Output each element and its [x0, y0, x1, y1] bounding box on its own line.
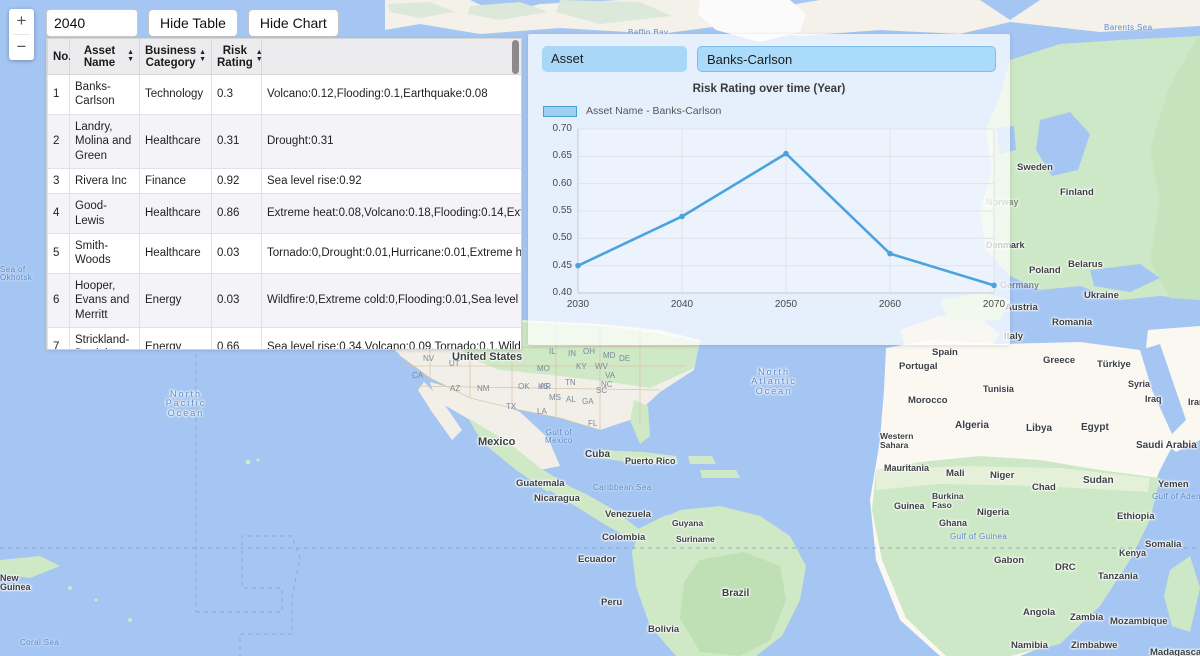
cell-business-category: Healthcare: [139, 113, 212, 169]
table-row[interactable]: 7Strickland-DanielsEnergy0.66Sea level r…: [47, 326, 521, 349]
cell-business-category: Energy: [139, 326, 212, 349]
cell-risk-rating: 0.92: [211, 167, 262, 195]
asset-name-select[interactable]: Banks-Carlson: [697, 46, 996, 72]
cell-risk-factors: Sea level rise:0.34,Volcano:0.09,Tornado…: [261, 326, 521, 349]
cell-asset-name: Strickland-Daniels: [69, 326, 140, 349]
chart-title: Risk Rating over time (Year): [692, 83, 846, 95]
x-axis-tick: 2030: [566, 299, 590, 310]
y-axis-tick: 0.60: [552, 177, 572, 189]
cell-asset-name: Banks-Carlson: [69, 74, 140, 115]
col-header-business-category[interactable]: Business Category ▲ ▼: [139, 38, 212, 75]
cell-asset-name: Rivera Inc: [69, 167, 140, 195]
cell-asset-name: Hooper, Evans and Merritt: [69, 272, 140, 328]
cell-risk-factors: Volcano:0.12,Flooding:0.1,Earthquake:0.0…: [261, 74, 521, 115]
zoom-out-button[interactable]: −: [9, 35, 34, 60]
year-input[interactable]: [46, 9, 138, 37]
map-zoom-control[interactable]: + −: [9, 9, 34, 60]
chart-panel[interactable]: Asset Banks-Carlson Risk Rating over tim…: [528, 34, 1010, 345]
cell-no: 5: [47, 233, 70, 274]
y-axis-tick: 0.65: [552, 150, 572, 162]
cell-asset-name: Smith-Woods: [69, 233, 140, 274]
cell-risk-rating: 0.03: [211, 233, 262, 274]
col-header-asset-name-label: Asset Name: [83, 44, 116, 69]
cell-asset-name: Landry, Molina and Green: [69, 113, 140, 169]
legend-label: Asset Name - Banks-Carlson: [586, 105, 722, 117]
x-axis-tick: 2060: [878, 299, 902, 310]
y-axis-tick: 0.50: [552, 232, 572, 244]
x-axis-tick: 2050: [774, 299, 798, 310]
sort-icon-business-category[interactable]: ▲ ▼: [199, 49, 206, 63]
cell-risk-factors: Drought:0.31: [261, 113, 521, 169]
cell-no: 2: [47, 113, 70, 169]
chart-legend[interactable]: Asset Name - Banks-Carlson: [528, 95, 1010, 117]
cell-risk-factors: Extreme heat:0.08,Volcano:0.18,Flooding:…: [261, 193, 521, 234]
table-vertical-scrollbar[interactable]: [512, 40, 519, 74]
table-row[interactable]: 4 Good-Lewis Healthcare 0.86 Extreme heat:0.…: [47, 193, 521, 234]
cell-risk-factors: Tornado:0,Drought:0.01,Hurricane:0.01,Ex…: [261, 233, 521, 274]
cell-risk-rating: 0.3: [211, 74, 262, 115]
cell-business-category: Technology: [139, 74, 212, 115]
cell-no: 1: [47, 74, 70, 115]
risk-table-body: 1 Banks-Carlson Technology 0.3 Volcano:0.12,…: [47, 74, 521, 349]
cell-risk-rating: 0.66: [211, 326, 262, 349]
table-row[interactable]: 5 Smith-Woods Healthcare 0.03 Tornado:0,Drou…: [47, 233, 521, 274]
sort-icon-asset-name[interactable]: ▲ ▼: [127, 49, 134, 63]
cell-risk-factors: Wildfire:0,Extreme cold:0,Flooding:0.01,…: [261, 272, 521, 328]
legend-swatch-icon: [543, 105, 577, 117]
cell-business-category: Finance: [139, 167, 212, 195]
toolbar: Hide Table Hide Chart: [46, 9, 339, 37]
risk-table-head: No. Asset Name ▲▼ Business Category ▲▼: [47, 38, 521, 75]
risk-table-panel[interactable]: No. Asset Name ▲▼ Business Category ▲▼: [46, 38, 522, 350]
cell-business-category: Healthcare: [139, 193, 212, 234]
chart-svg: [575, 128, 997, 294]
asset-select[interactable]: Asset: [542, 46, 687, 72]
hide-table-button[interactable]: Hide Table: [148, 9, 238, 37]
table-row[interactable]: 6 Hooper, Evans and Merritt Energy 0.03 Wild…: [47, 272, 521, 328]
cell-risk-factors: Sea level rise:0.92: [261, 167, 521, 195]
y-axis-tick: 0.45: [552, 259, 572, 271]
col-header-asset-name[interactable]: Asset Name ▲ ▼: [69, 38, 140, 75]
cell-business-category: Energy: [139, 272, 212, 328]
cell-no: 4: [47, 193, 70, 234]
table-row[interactable]: 2 Landry, Molina and Green Healthcare 0.31 D…: [47, 113, 521, 169]
y-axis-tick: 0.40: [552, 287, 572, 298]
cell-risk-rating: 0.31: [211, 113, 262, 169]
col-header-risk-rating-label: Risk Rating: [217, 44, 253, 69]
y-axis-tick: 0.70: [552, 123, 572, 134]
col-header-no[interactable]: No.: [47, 38, 72, 75]
col-header-risk-factors[interactable]: Risk Factors (Fil: [261, 38, 521, 75]
col-header-risk-rating[interactable]: Risk Rating ▲ ▼: [211, 38, 263, 75]
chart-selector-row: Asset Banks-Carlson: [528, 34, 1010, 72]
x-axis-tick: 2040: [670, 299, 694, 310]
cell-risk-rating: 0.86: [211, 193, 262, 234]
cell-business-category: Healthcare: [139, 233, 212, 274]
table-header-row: No. Asset Name ▲▼ Business Category ▲▼: [47, 38, 521, 75]
risk-table: No. Asset Name ▲▼ Business Category ▲▼: [47, 38, 521, 349]
cell-no: 3: [47, 167, 70, 195]
col-header-business-category-label: Business Category: [145, 44, 197, 69]
hide-chart-button[interactable]: Hide Chart: [247, 9, 339, 37]
cell-no: 7: [47, 326, 70, 349]
y-axis-tick: 0.55: [552, 205, 572, 216]
table-row[interactable]: 3 Rivera Inc Finance 0.92 Sea level rise:0.9…: [47, 167, 521, 195]
cell-risk-rating: 0.03: [211, 272, 262, 328]
cell-asset-name: Good-Lewis: [69, 193, 140, 234]
risk-table-scroll-area[interactable]: No. Asset Name ▲▼ Business Category ▲▼: [47, 38, 521, 349]
x-axis-tick: 2070: [982, 299, 1006, 310]
table-row[interactable]: 1 Banks-Carlson Technology 0.3 Volcano:0.12,…: [47, 74, 521, 115]
cell-no: 6: [47, 272, 70, 328]
zoom-in-button[interactable]: +: [9, 9, 34, 34]
chart-plot-area[interactable]: 0.40 0.45 0.50 0.55 0.60 0.65 0.70 2030 2040 2050…: [538, 123, 1006, 319]
